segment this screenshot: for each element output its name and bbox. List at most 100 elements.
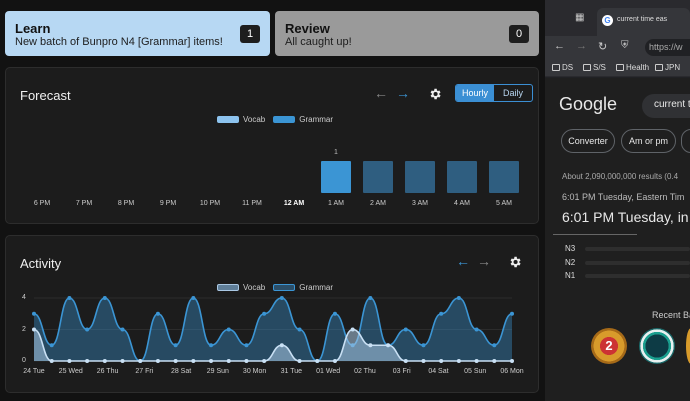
grammar-point[interactable] [421, 343, 426, 348]
vocab-point[interactable] [456, 359, 461, 363]
toggle-daily[interactable]: Daily [494, 85, 532, 101]
shield-icon[interactable]: ⛨ [621, 40, 629, 51]
achievement-badge-icon[interactable] [686, 328, 690, 364]
grammar-point[interactable] [368, 296, 373, 300]
vocab-point[interactable] [315, 359, 320, 363]
tab-title: current time eas [617, 16, 668, 23]
grammar-point[interactable] [492, 343, 497, 348]
vocab-point[interactable] [32, 327, 36, 332]
grammar-point[interactable] [120, 327, 125, 332]
vocab-point[interactable] [262, 359, 267, 363]
grammar-point[interactable] [102, 296, 107, 300]
forecast-bar[interactable] [321, 161, 351, 193]
grammar-point[interactable] [439, 311, 444, 316]
streak-badge-icon[interactable]: 2 [591, 328, 627, 364]
activity-x-tick-label: 31 Tue [280, 368, 303, 375]
divider [553, 234, 637, 235]
grammar-point[interactable] [403, 327, 408, 332]
url-bar[interactable]: https://w [645, 39, 690, 56]
tab-overview-icon[interactable]: ▦ [575, 12, 584, 23]
bookmarks-bar: DS S/S Health JPN [545, 59, 690, 77]
level-label: N3 [565, 244, 576, 253]
vocab-point[interactable] [226, 359, 231, 363]
vocab-point[interactable] [67, 359, 72, 363]
vocab-point[interactable] [102, 359, 107, 363]
back-arrow-icon[interactable]: ← [554, 40, 565, 52]
time-summary-small: 6:01 PM Tuesday, Eastern Tim [562, 192, 685, 202]
grammar-point[interactable] [67, 296, 72, 300]
chip-converter[interactable]: Converter [561, 129, 615, 153]
vocab-point[interactable] [368, 343, 373, 348]
google-search-input[interactable]: current t [642, 94, 690, 118]
vocab-point[interactable] [297, 359, 302, 363]
forecast-settings-gear-icon[interactable] [428, 87, 442, 101]
grammar-point[interactable] [155, 311, 160, 316]
bookmark-folder[interactable]: Health [616, 63, 649, 72]
review-card[interactable]: Review All caught up! 0 [275, 11, 539, 56]
forecast-x-tick-label: 9 PM [159, 200, 177, 207]
vocab-point[interactable] [138, 359, 143, 363]
vocab-point[interactable] [85, 359, 90, 363]
reload-icon[interactable]: ↻ [598, 40, 607, 53]
vocab-point[interactable] [120, 359, 125, 363]
grammar-point[interactable] [173, 343, 178, 348]
forecast-title: Forecast [20, 88, 71, 103]
chip-more[interactable] [681, 129, 690, 153]
vocab-point[interactable] [510, 359, 514, 363]
bookmark-folder[interactable]: S/S [583, 63, 606, 72]
vocab-point[interactable] [279, 343, 284, 348]
vocab-point[interactable] [439, 359, 444, 363]
toggle-hourly[interactable]: Hourly [456, 85, 494, 101]
grammar-point[interactable] [49, 343, 54, 348]
vocab-point[interactable] [155, 359, 160, 363]
forecast-bar[interactable] [363, 161, 393, 193]
forecast-bar[interactable] [447, 161, 477, 193]
grammar-point[interactable] [297, 327, 302, 332]
forecast-prev-arrow-icon[interactable]: ← [374, 85, 388, 101]
vocab-point[interactable] [474, 359, 479, 363]
folder-icon [583, 64, 591, 71]
vocab-point[interactable] [191, 359, 196, 363]
forecast-x-tick-label: 2 AM [370, 200, 386, 207]
vocab-point[interactable] [49, 359, 54, 363]
vocab-point[interactable] [209, 359, 214, 363]
grammar-point[interactable] [209, 343, 214, 348]
bookmark-label: JPN [665, 63, 681, 72]
bookmark-label: DS [562, 63, 574, 72]
vocab-point[interactable] [386, 343, 391, 348]
grammar-point[interactable] [332, 311, 337, 316]
forecast-range-toggle[interactable]: Hourly Daily [455, 84, 533, 102]
vocab-point[interactable] [173, 359, 178, 363]
forecast-x-tick-label: 7 PM [75, 200, 93, 207]
vocab-point[interactable] [421, 359, 426, 363]
bookmark-folder[interactable]: JPN [655, 63, 680, 72]
grammar-point[interactable] [279, 296, 284, 300]
achievement-badge-icon[interactable] [639, 328, 675, 364]
vocab-point[interactable] [350, 327, 355, 332]
grammar-point[interactable] [85, 327, 90, 332]
forecast-bar[interactable] [489, 161, 519, 193]
vocab-point[interactable] [492, 359, 497, 363]
grammar-point[interactable] [474, 327, 479, 332]
bookmark-label: S/S [593, 63, 606, 72]
forecast-next-arrow-icon[interactable]: → [396, 85, 410, 101]
bookmark-folder[interactable]: DS [552, 63, 573, 72]
learn-card[interactable]: Learn New batch of Bunpro N4 [Grammar] i… [5, 11, 270, 56]
grammar-point[interactable] [456, 296, 461, 300]
grammar-point[interactable] [226, 327, 231, 332]
browser-tab[interactable]: G current time eas [597, 8, 690, 36]
vocab-point[interactable] [244, 359, 249, 363]
legend-vocab-swatch [217, 116, 239, 123]
grammar-point[interactable] [262, 311, 267, 316]
vocab-point[interactable] [332, 359, 337, 363]
vocab-point[interactable] [403, 359, 408, 363]
grammar-point[interactable] [244, 343, 249, 348]
chip-am-or-pm[interactable]: Am or pm [621, 129, 676, 153]
google-favicon-icon: G [602, 15, 613, 26]
grammar-point[interactable] [191, 296, 196, 300]
learn-title: Learn [15, 21, 51, 36]
grammar-point[interactable] [510, 311, 514, 316]
forward-arrow-icon[interactable]: → [576, 40, 587, 52]
forecast-bar[interactable] [405, 161, 435, 193]
grammar-point[interactable] [32, 311, 36, 316]
